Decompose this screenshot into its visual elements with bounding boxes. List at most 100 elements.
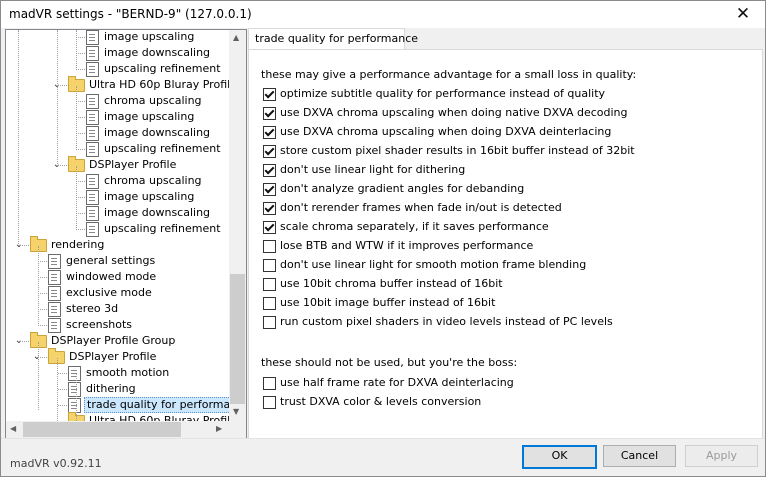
vertical-scroll-thumb[interactable] [230,274,245,404]
tree-guide-line [20,245,29,246]
page-icon [68,366,81,381]
tree-folder[interactable]: ⌄ DSPlayer Profile [6,156,229,173]
checkbox[interactable] [263,88,276,101]
checkbox[interactable] [263,107,276,120]
tree-guide-line [76,149,85,150]
section-header-performance: these may give a performance advantage f… [261,68,637,81]
tree-guide-line [20,341,29,342]
tree-item-label: image downscaling [104,126,211,139]
option-label: use 10bit chroma buffer instead of 16bit [280,277,503,290]
tree-item[interactable]: smooth motion [6,365,229,381]
checkbox[interactable] [263,145,276,158]
tree-item[interactable]: image downscaling [6,45,229,61]
tree-item[interactable]: upscaling refinement [6,61,229,77]
tree-item[interactable]: image downscaling [6,125,229,141]
page-icon [86,190,99,205]
tree-folder[interactable]: ⌄ rendering [6,236,229,253]
tree-guide-line [38,261,47,262]
checkbox[interactable] [263,126,276,139]
checkbox[interactable] [263,259,276,272]
tree-item[interactable]: image upscaling [6,189,229,205]
page-icon [86,142,99,157]
tree-item[interactable]: chroma upscaling [6,173,229,189]
page-icon [48,302,61,317]
tree-guide-line [76,117,85,118]
checkbox[interactable] [263,316,276,329]
tree-vertical-scrollbar[interactable]: ▲ ▼ [229,30,246,421]
tree-folder[interactable]: ⌄ DSPlayer Profile Group [6,332,229,349]
tree-item[interactable]: upscaling refinement [6,221,229,237]
tree-guide-line [58,165,67,166]
option-label: use DXVA chroma upscaling when doing nat… [280,106,628,119]
tree-guide-line [76,229,85,230]
tree-guide-line [76,166,77,230]
tree-item-label: chroma upscaling [104,174,202,187]
checkbox[interactable] [263,183,276,196]
checkbox[interactable] [263,221,276,234]
tree-guide-line [18,30,19,246]
scroll-right-icon[interactable]: ▶ [216,424,222,433]
option-label: store custom pixel shader results in 16b… [280,144,635,157]
cancel-button[interactable]: Cancel [603,445,676,467]
tree-item[interactable]: chroma upscaling [6,93,229,109]
tree-viewport: image upscaling image downscaling upscalin… [6,30,229,421]
page-icon [48,318,61,333]
tree-item[interactable]: upscaling refinement [6,141,229,157]
scrollbar-corner [229,421,246,438]
scroll-up-icon[interactable]: ▲ [233,33,239,42]
tree-horizontal-scrollbar[interactable]: ◀ ▶ [6,421,229,438]
tree-item[interactable]: dithering [6,381,229,397]
option-label: run custom pixel shaders in video levels… [280,315,613,328]
page-icon [86,94,99,109]
tree-item[interactable]: image upscaling [6,30,229,45]
tree-item-label: upscaling refinement [104,62,221,75]
tree-item[interactable]: image downscaling [6,205,229,221]
tree-item-label: general settings [66,254,156,267]
tree-item-label: upscaling refinement [104,142,221,155]
checkbox[interactable] [263,278,276,291]
checkbox[interactable] [263,164,276,177]
tree-item[interactable]: trade quality for performance [6,397,229,413]
horizontal-scroll-thumb[interactable] [23,422,181,437]
checkbox[interactable] [263,240,276,253]
option-label: optimize subtitle quality for performanc… [280,87,606,100]
close-icon[interactable]: ✕ [721,1,765,28]
tree-item-label: DSPlayer Profile Group [51,334,176,347]
section-header-boss: these should not be used, but you're the… [261,356,518,369]
apply-button[interactable]: Apply [685,445,758,467]
title-bar[interactable]: madVR settings - "BERND-9" (127.0.0.1) ✕ [1,1,765,28]
page-icon [48,254,61,269]
tree-folder[interactable]: Ultra HD 60p Bluray Profile [6,412,229,421]
settings-tree[interactable]: image upscaling image downscaling upscalin… [5,29,247,439]
tree-item-label: Ultra HD 60p Bluray Profile [89,414,229,421]
tree-guide-line [76,37,85,38]
tree-guide-line [58,85,67,86]
tree-item-label: image upscaling [104,190,195,203]
tree-guide-line [38,357,47,358]
scroll-down-icon[interactable]: ▼ [233,407,239,416]
tree-guide-line [58,389,67,390]
checkbox[interactable] [263,377,276,390]
checkbox[interactable] [263,297,276,310]
settings-window: madVR settings - "BERND-9" (127.0.0.1) ✕… [0,0,766,477]
tree-guide-line [38,246,39,326]
option-label: don't analyze gradient angles for deband… [280,182,525,195]
page-icon [86,126,99,141]
tab-trade-quality[interactable]: trade quality for performance [248,28,418,50]
tree-folder[interactable]: ⌄ Ultra HD 60p Bluray Profile [6,76,229,93]
ok-button[interactable]: OK [522,445,597,469]
option-label: don't use linear light for smooth motion… [280,258,587,271]
checkbox[interactable] [263,396,276,409]
tree-guide-line [38,277,47,278]
page-icon [86,174,99,189]
option-label: use 10bit image buffer instead of 16bit [280,296,496,309]
tree-guide-line [57,30,58,166]
tree-guide-line [76,30,77,70]
tree-item-label: Ultra HD 60p Bluray Profile [89,78,229,91]
checkbox[interactable] [263,202,276,215]
option-label: don't use linear light for dithering [280,163,466,176]
page-icon [86,206,99,221]
tree-item[interactable]: image upscaling [6,109,229,125]
scroll-left-icon[interactable]: ◀ [10,424,16,433]
page-icon [48,286,61,301]
